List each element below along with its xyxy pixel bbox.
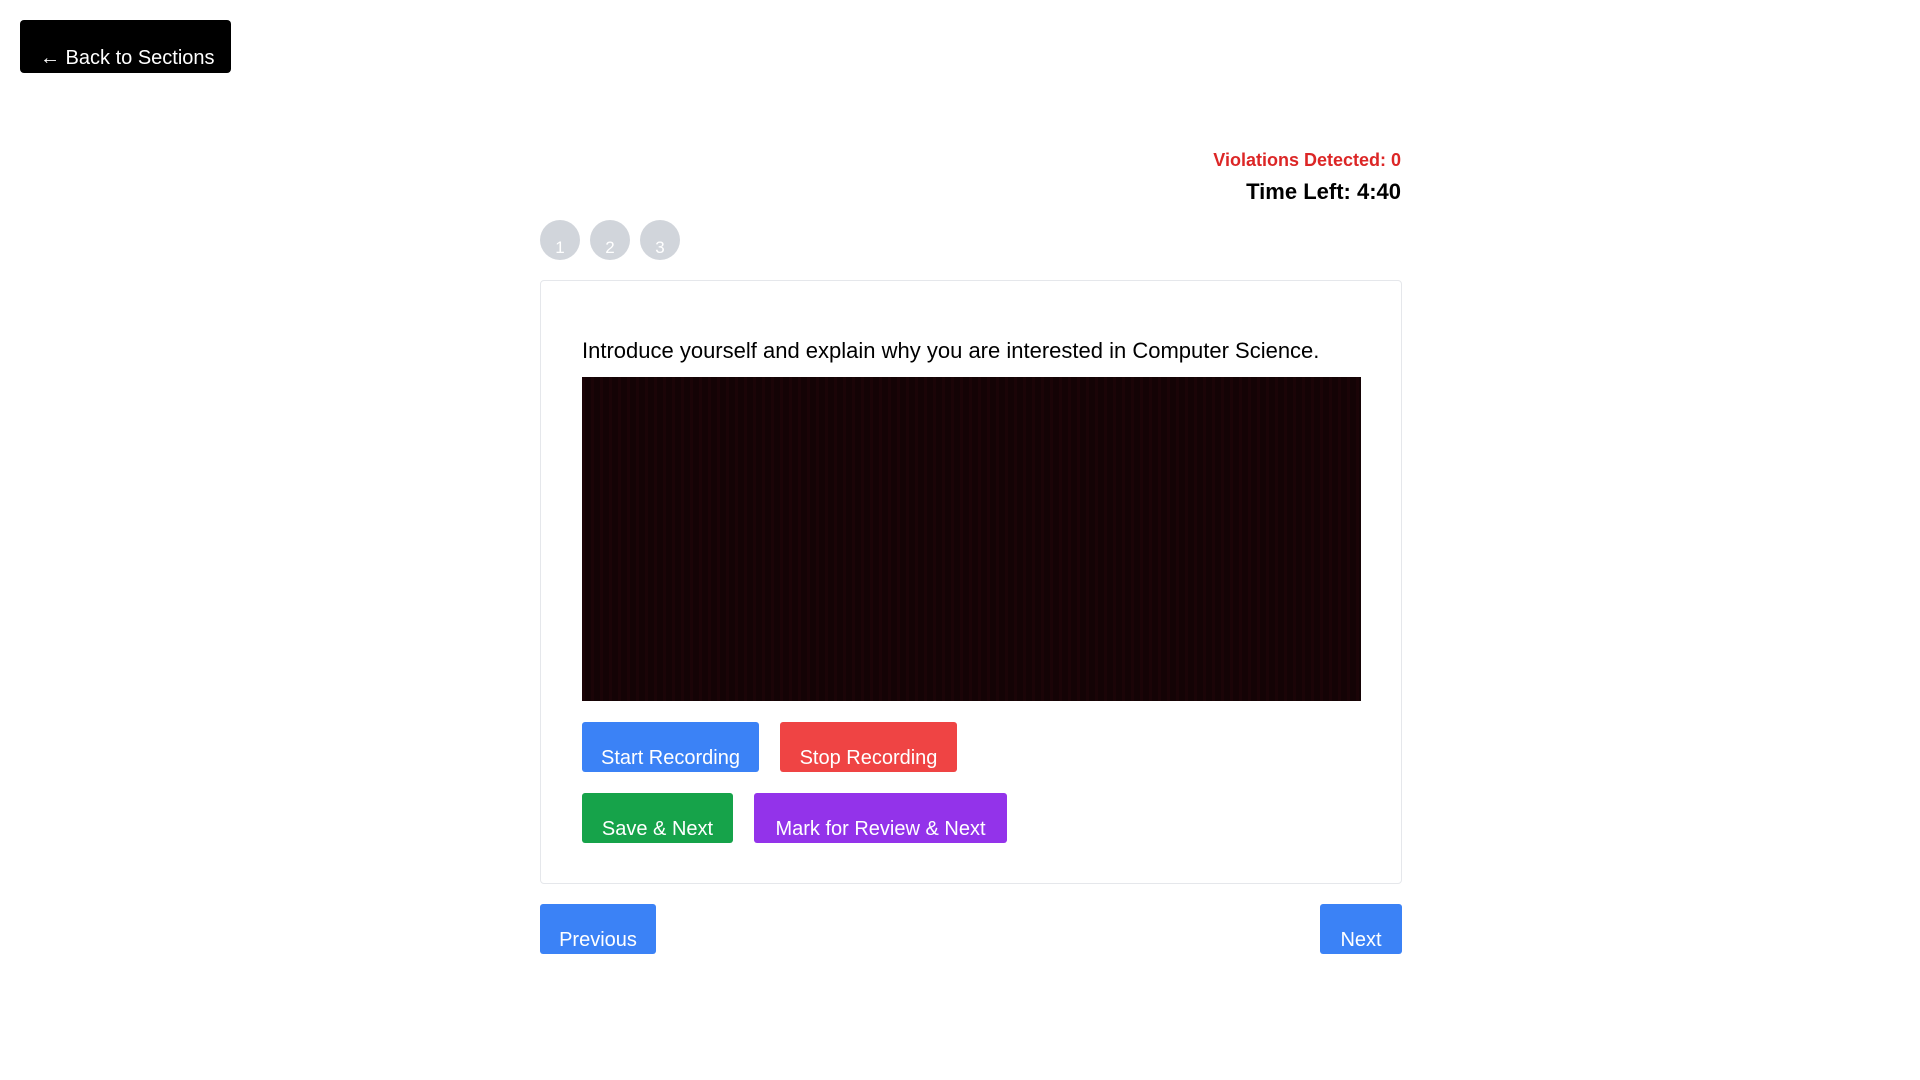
back-to-sections-button[interactable]: ← Back to Sections <box>20 20 231 73</box>
video-preview <box>582 377 1361 701</box>
stop-recording-button[interactable]: Stop Recording <box>780 722 957 772</box>
previous-button[interactable]: Previous <box>540 904 656 954</box>
question-text: Introduce yourself and explain why you a… <box>582 338 1320 363</box>
save-and-next-button[interactable]: Save & Next <box>582 793 733 843</box>
violations-counter: Violations Detected: 0 <box>1213 150 1401 170</box>
question-nav-2[interactable]: 2 <box>590 220 630 260</box>
start-recording-button[interactable]: Start Recording <box>582 722 759 772</box>
question-navigator: 1 2 3 <box>540 220 680 260</box>
time-left-timer: Time Left: 4:40 <box>1246 179 1401 204</box>
question-card: Introduce yourself and explain why you a… <box>540 280 1402 884</box>
question-nav-1[interactable]: 1 <box>540 220 580 260</box>
next-button[interactable]: Next <box>1320 904 1402 954</box>
question-nav-3[interactable]: 3 <box>640 220 680 260</box>
mark-for-review-and-next-button[interactable]: Mark for Review & Next <box>754 793 1007 843</box>
